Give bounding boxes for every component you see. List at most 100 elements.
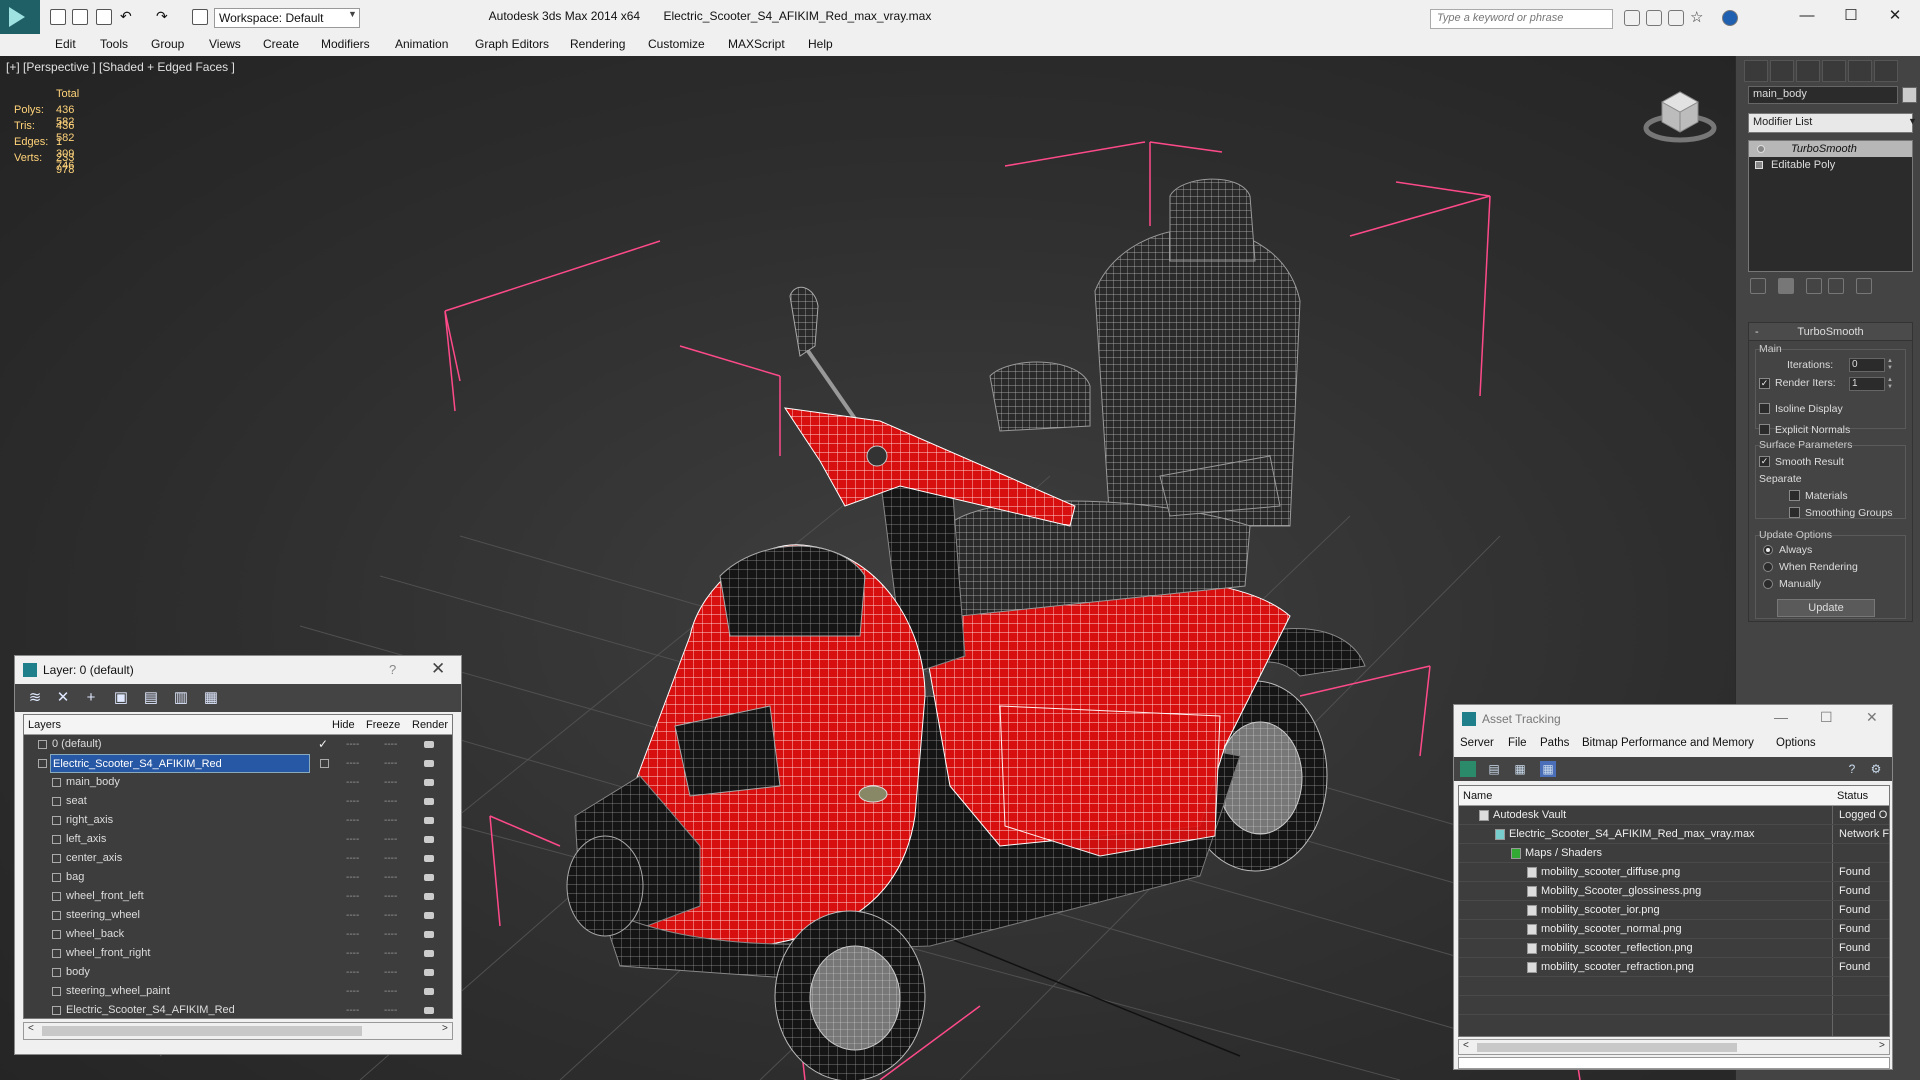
configure-sets-icon[interactable] xyxy=(1856,278,1872,294)
hide-toggle[interactable]: ---- xyxy=(346,963,359,982)
freeze-toggle[interactable]: ---- xyxy=(384,868,397,887)
help-button[interactable]: ? xyxy=(389,662,396,677)
hide-toggle[interactable]: ---- xyxy=(346,849,359,868)
iterations-spinner[interactable]: 0 xyxy=(1849,358,1885,372)
menu-modifiers[interactable]: Modifiers xyxy=(321,37,370,51)
render-teapot-icon[interactable] xyxy=(424,779,434,786)
column-render[interactable]: Render xyxy=(412,719,448,731)
remove-modifier-icon[interactable] xyxy=(1828,278,1844,294)
create-tab-icon[interactable] xyxy=(1744,60,1768,82)
close-button[interactable]: ✕ xyxy=(1880,6,1910,26)
hide-toggle[interactable]: ---- xyxy=(346,944,359,963)
hide-toggle[interactable]: ---- xyxy=(346,811,359,830)
layer-row[interactable]: wheel_front_right ---- ---- xyxy=(24,944,452,963)
freeze-toggle[interactable]: ---- xyxy=(384,944,397,963)
highlight-layer-icon[interactable]: ▤ xyxy=(141,688,161,708)
hide-toggle[interactable]: ---- xyxy=(346,982,359,1001)
render-teapot-icon[interactable] xyxy=(424,760,434,767)
help-icon[interactable] xyxy=(1722,10,1738,26)
hide-all-icon[interactable]: ▥ xyxy=(171,688,191,708)
asset-row[interactable]: Maps / Shaders xyxy=(1459,844,1889,863)
layer-window-titlebar[interactable]: Layer: 0 (default) ? ✕ xyxy=(15,656,461,684)
layer-name[interactable]: body xyxy=(64,963,92,982)
favorites-star-icon[interactable]: ☆ xyxy=(1690,10,1706,26)
render-teapot-icon[interactable] xyxy=(424,1007,434,1014)
add-layer-icon[interactable]: + xyxy=(81,688,101,708)
hide-toggle[interactable]: ---- xyxy=(346,906,359,925)
render-teapot-icon[interactable] xyxy=(424,855,434,862)
menu-customize[interactable]: Customize xyxy=(648,37,705,51)
render-teapot-icon[interactable] xyxy=(424,741,434,748)
always-radio[interactable] xyxy=(1763,545,1773,555)
menu-graph-editors[interactable]: Graph Editors xyxy=(475,37,549,51)
layer-name[interactable]: steering_wheel_paint xyxy=(64,982,172,1001)
hide-toggle[interactable]: ---- xyxy=(346,830,359,849)
utilities-tab-icon[interactable] xyxy=(1874,60,1898,82)
layer-name[interactable]: Electric_Scooter_S4_AFIKIM_Red xyxy=(50,754,310,773)
column-status[interactable]: Status xyxy=(1837,790,1868,802)
isoline-checkbox[interactable] xyxy=(1759,403,1770,414)
close-button[interactable]: ✕ xyxy=(431,659,445,679)
menu-bitmap-performance[interactable]: Bitmap Performance and Memory xyxy=(1582,737,1754,749)
layer-row[interactable]: center_axis ---- ---- xyxy=(24,849,452,868)
freeze-all-icon[interactable]: ▦ xyxy=(201,688,221,708)
layer-row[interactable]: wheel_back ---- ---- xyxy=(24,925,452,944)
column-name[interactable]: Name xyxy=(1463,790,1492,802)
asset-row[interactable]: mobility_scooter_diffuse.png Found xyxy=(1459,863,1889,882)
render-teapot-icon[interactable] xyxy=(424,950,434,957)
manually-radio[interactable] xyxy=(1763,579,1773,589)
freeze-toggle[interactable]: ---- xyxy=(384,811,397,830)
hide-toggle[interactable]: ---- xyxy=(346,735,359,754)
layer-name[interactable]: wheel_front_right xyxy=(64,944,152,963)
layer-name[interactable]: Electric_Scooter_S4_AFIKIM_Red xyxy=(64,1001,237,1018)
asset-row[interactable]: Electric_Scooter_S4_AFIKIM_Red_max_vray.… xyxy=(1459,825,1889,844)
smooth-result-checkbox[interactable]: ✓ xyxy=(1759,456,1770,467)
hide-toggle[interactable]: ---- xyxy=(346,773,359,792)
object-color-swatch[interactable] xyxy=(1902,87,1917,103)
table-view-icon[interactable]: ▦ xyxy=(1512,761,1528,777)
menu-paths[interactable]: Paths xyxy=(1540,737,1569,749)
freeze-toggle[interactable]: ---- xyxy=(384,906,397,925)
layer-row[interactable]: right_axis ---- ---- xyxy=(24,811,452,830)
layer-name[interactable]: wheel_front_left xyxy=(64,887,146,906)
horizontal-scrollbar[interactable]: < > xyxy=(23,1022,453,1040)
layer-name[interactable]: seat xyxy=(64,792,89,811)
menu-file[interactable]: File xyxy=(1508,737,1527,749)
render-teapot-icon[interactable] xyxy=(424,931,434,938)
pin-stack-icon[interactable] xyxy=(1750,278,1766,294)
viewcube-icon[interactable] xyxy=(1642,84,1718,146)
menu-edit[interactable]: Edit xyxy=(55,37,76,51)
hide-toggle[interactable]: ---- xyxy=(346,792,359,811)
scroll-left-icon[interactable]: < xyxy=(28,1023,34,1034)
asset-row[interactable]: Autodesk Vault Logged O xyxy=(1459,806,1889,825)
layer-row[interactable]: steering_wheel ---- ---- xyxy=(24,906,452,925)
menu-help[interactable]: Help xyxy=(808,37,833,51)
menu-tools[interactable]: Tools xyxy=(100,37,128,51)
freeze-toggle[interactable]: ---- xyxy=(384,925,397,944)
hierarchy-tab-icon[interactable] xyxy=(1796,60,1820,82)
layer-row[interactable]: 0 (default) ✓ ---- ---- xyxy=(24,735,452,754)
explicit-normals-checkbox[interactable] xyxy=(1759,424,1770,435)
show-end-result-icon[interactable] xyxy=(1778,278,1794,294)
freeze-toggle[interactable]: ---- xyxy=(384,735,397,754)
render-teapot-icon[interactable] xyxy=(424,817,434,824)
spinner-arrows-icon[interactable]: ▲ ▼ xyxy=(1887,358,1895,372)
render-teapot-icon[interactable] xyxy=(424,969,434,976)
render-teapot-icon[interactable] xyxy=(424,988,434,995)
scroll-left-icon[interactable]: < xyxy=(1463,1040,1469,1051)
layer-name[interactable]: steering_wheel xyxy=(64,906,142,925)
minimize-button[interactable]: — xyxy=(1774,709,1788,725)
layer-name[interactable]: bag xyxy=(64,868,86,887)
freeze-toggle[interactable]: ---- xyxy=(384,887,397,906)
settings-icon[interactable]: ⚙ xyxy=(1868,761,1884,777)
binoculars-icon[interactable] xyxy=(1624,10,1640,26)
freeze-toggle[interactable]: ---- xyxy=(384,982,397,1001)
hide-toggle[interactable]: ---- xyxy=(346,887,359,906)
modify-tab-icon[interactable] xyxy=(1770,60,1794,82)
hide-toggle[interactable]: ---- xyxy=(346,754,359,773)
scroll-right-icon[interactable]: > xyxy=(1879,1040,1885,1051)
render-teapot-icon[interactable] xyxy=(424,836,434,843)
menu-views[interactable]: Views xyxy=(209,37,241,51)
asset-row[interactable]: mobility_scooter_normal.png Found xyxy=(1459,920,1889,939)
layer-row[interactable]: wheel_front_left ---- ---- xyxy=(24,887,452,906)
